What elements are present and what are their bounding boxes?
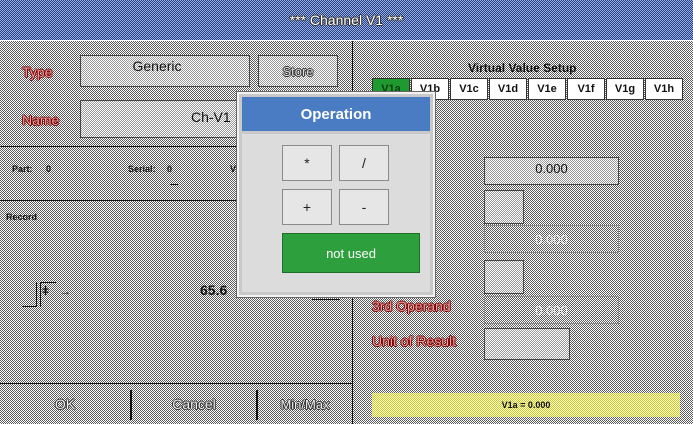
dialog-body: * / + - not used [242, 134, 430, 292]
dialog-title: Operation [300, 105, 372, 123]
unit-of-result-label: Unit of Result [372, 333, 457, 349]
tab-v1f[interactable]: V1f [567, 78, 605, 100]
reading-value: 65.6 [200, 282, 228, 298]
not-used-button[interactable]: not used [282, 233, 420, 273]
tab-v1g[interactable]: V1g [606, 78, 644, 100]
multiply-button[interactable]: * [282, 145, 332, 181]
window-title: *** Channel V1 *** [289, 12, 404, 28]
subtract-button[interactable]: - [339, 189, 389, 225]
operation-select-2[interactable] [484, 260, 524, 294]
type-field[interactable]: Generic [80, 55, 250, 87]
record-label: Record [6, 212, 38, 222]
operation-select-1[interactable] [484, 190, 524, 224]
record-toggle[interactable]: ǂ [22, 280, 60, 308]
part-value: 0 [46, 164, 52, 174]
add-button[interactable]: + [282, 189, 332, 225]
dialog-title-bar: Operation [242, 97, 430, 131]
unit-of-result-field[interactable] [484, 328, 570, 360]
serial-label: Serial: [128, 164, 156, 174]
tab-v1h[interactable]: V1h [645, 78, 683, 100]
ok-button[interactable]: OK [0, 384, 130, 424]
v-label: V [230, 164, 237, 174]
first-operand-field[interactable]: 0.000 [484, 157, 619, 185]
title-bar: *** Channel V1 *** [0, 0, 693, 40]
divide-button[interactable]: / [339, 145, 389, 181]
tab-v1d[interactable]: V1d [489, 78, 527, 100]
status-bar: V1a = 0.000 [372, 393, 680, 417]
type-label: Type [22, 64, 53, 80]
store-button[interactable]: Store [258, 55, 338, 87]
operation-dialog: Operation * / + - not used [237, 92, 435, 297]
third-operand-label: 3rd Operand [372, 298, 451, 314]
record-marker-icon: ǂ [42, 284, 50, 298]
cancel-button[interactable]: Cancel [132, 384, 256, 424]
virtual-setup-title: Virtual Value Setup [468, 61, 577, 75]
name-label: Name [22, 112, 60, 128]
tab-v1c[interactable]: V1c [450, 78, 488, 100]
part-label: Part: [12, 164, 33, 174]
second-operand-field[interactable]: 0.000 [484, 225, 619, 253]
tab-v1e[interactable]: V1e [528, 78, 566, 100]
serial-value: 0 [167, 164, 173, 174]
arrow-icon: → [60, 286, 71, 298]
third-operand-field[interactable]: 0.000 [484, 296, 619, 324]
minmax-button[interactable]: Min/Max [258, 384, 352, 424]
